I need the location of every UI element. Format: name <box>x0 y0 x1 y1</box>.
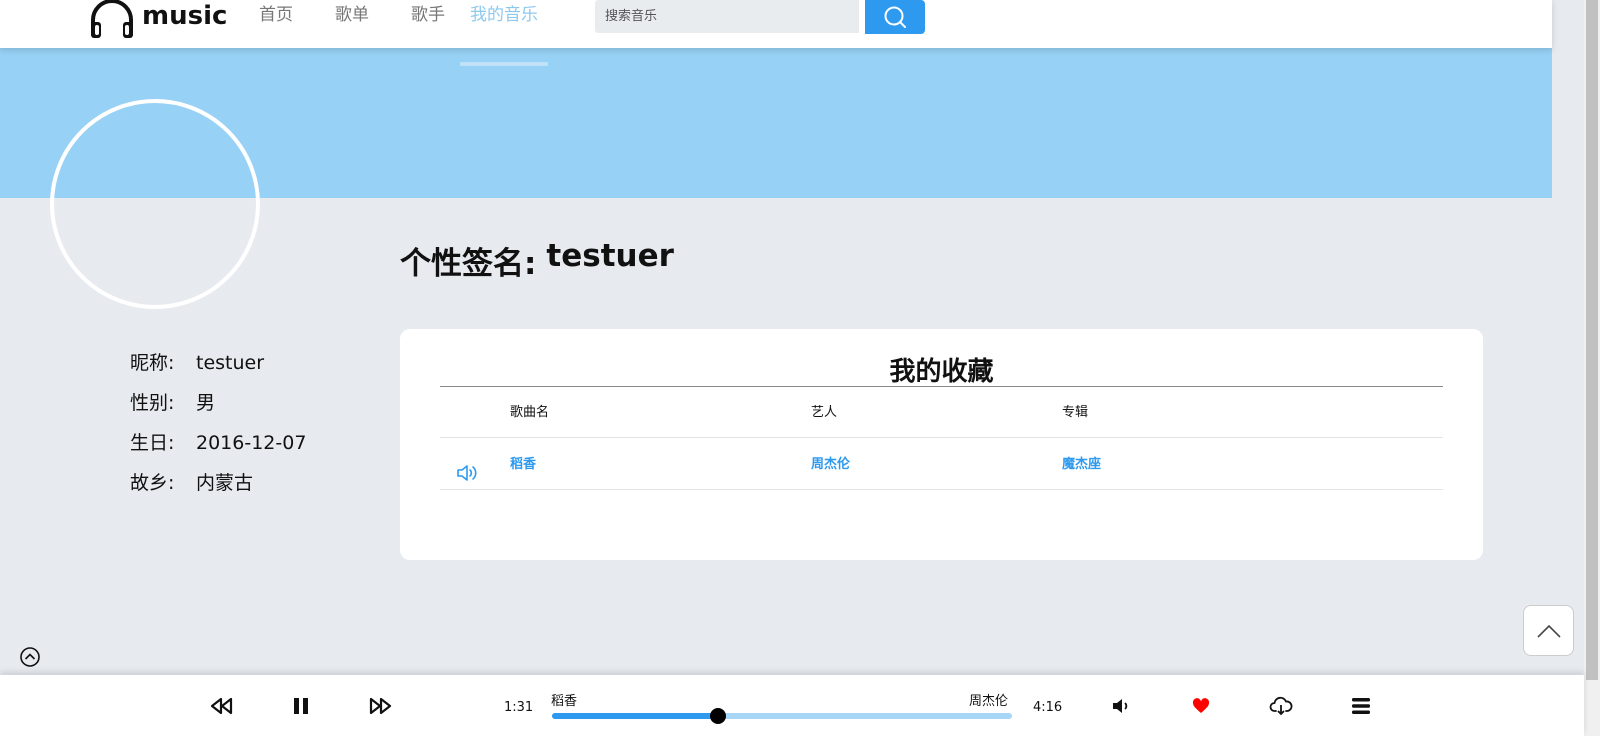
current-time: 1:31 <box>504 700 534 715</box>
heart-icon <box>1192 698 1210 713</box>
now-playing-title: 稻香 <box>551 694 578 709</box>
hometown-label: 故乡: <box>130 472 175 494</box>
playlist-menu-button[interactable] <box>1348 693 1374 719</box>
volume-icon <box>1113 699 1128 713</box>
download-button[interactable] <box>1268 693 1294 719</box>
volume-button[interactable] <box>1108 693 1134 719</box>
artist-link[interactable]: 周杰伦 <box>811 439 850 490</box>
main-nav: 首页 歌单 歌手 我的音乐 <box>238 0 548 66</box>
nav-singers[interactable]: 歌手 <box>390 0 466 48</box>
gender-label: 性别: <box>130 392 175 414</box>
signature-label: 个性签名: <box>400 246 537 282</box>
search-button[interactable] <box>865 0 925 34</box>
avatar[interactable] <box>50 99 260 309</box>
speaker-icon[interactable] <box>456 454 480 505</box>
info-row-gender: 性别: 男 <box>130 391 306 431</box>
headphones-icon <box>91 0 133 38</box>
search-icon <box>884 6 906 28</box>
hometown-value: 内蒙古 <box>196 472 254 494</box>
collapse-player-icon[interactable] <box>19 646 41 668</box>
info-row-birthday: 生日: 2016-12-07 <box>130 431 306 471</box>
table-header: 歌曲名 艺人 专辑 <box>440 387 1443 438</box>
gender-value: 男 <box>196 392 216 414</box>
column-song-name: 歌曲名 <box>510 405 550 420</box>
rewind-icon <box>210 697 233 715</box>
pause-button[interactable] <box>288 693 314 719</box>
nickname-value: testuer <box>196 352 265 374</box>
favorites-card: 我的收藏 歌曲名 艺人 专辑 稻香 周杰伦 魔杰座 <box>400 329 1483 560</box>
table-row[interactable]: 稻香 周杰伦 魔杰座 <box>440 439 1443 490</box>
signature: 个性签名: testuer <box>400 238 674 283</box>
like-button[interactable] <box>1188 693 1214 719</box>
progress-bar[interactable] <box>552 708 1012 724</box>
next-button[interactable] <box>367 693 393 719</box>
nav-home[interactable]: 首页 <box>238 0 314 48</box>
nav-my-music[interactable]: 我的音乐 <box>460 0 548 66</box>
profile-info: 昵称: testuer 性别: 男 生日: 2016-12-07 故乡: 内蒙古 <box>130 351 306 511</box>
progress-fill <box>552 713 718 719</box>
top-header: music 首页 歌单 歌手 我的音乐 <box>0 0 1552 66</box>
progress-handle[interactable] <box>709 708 726 724</box>
chevron-up-icon <box>1536 624 1561 638</box>
column-artist: 艺人 <box>811 405 838 420</box>
cloud-download-icon <box>1269 696 1293 716</box>
info-row-hometown: 故乡: 内蒙古 <box>130 471 306 511</box>
scrollbar-thumb[interactable] <box>1586 0 1598 680</box>
song-name-link[interactable]: 稻香 <box>510 439 536 490</box>
total-duration: 4:16 <box>1033 700 1063 715</box>
fast-forward-icon <box>369 697 392 715</box>
search-input[interactable] <box>595 0 859 33</box>
birthday-label: 生日: <box>130 432 175 454</box>
birthday-value: 2016-12-07 <box>196 432 307 454</box>
player-bar: 1:31 稻香 周杰伦 4:16 <box>0 675 1584 736</box>
column-album: 专辑 <box>1062 405 1089 420</box>
signature-value: testuer <box>546 238 674 274</box>
menu-icon <box>1352 698 1370 714</box>
favorites-title: 我的收藏 <box>889 357 994 387</box>
nickname-label: 昵称: <box>130 352 175 374</box>
previous-button[interactable] <box>209 693 235 719</box>
nav-playlists[interactable]: 歌单 <box>314 0 390 48</box>
info-row-nickname: 昵称: testuer <box>130 351 306 391</box>
back-to-top-button[interactable] <box>1523 605 1574 656</box>
logo-text: music <box>142 1 228 31</box>
album-link[interactable]: 魔杰座 <box>1062 439 1101 490</box>
now-playing-artist: 周杰伦 <box>969 694 1009 709</box>
logo[interactable]: music <box>88 0 227 40</box>
pause-icon <box>294 698 308 714</box>
